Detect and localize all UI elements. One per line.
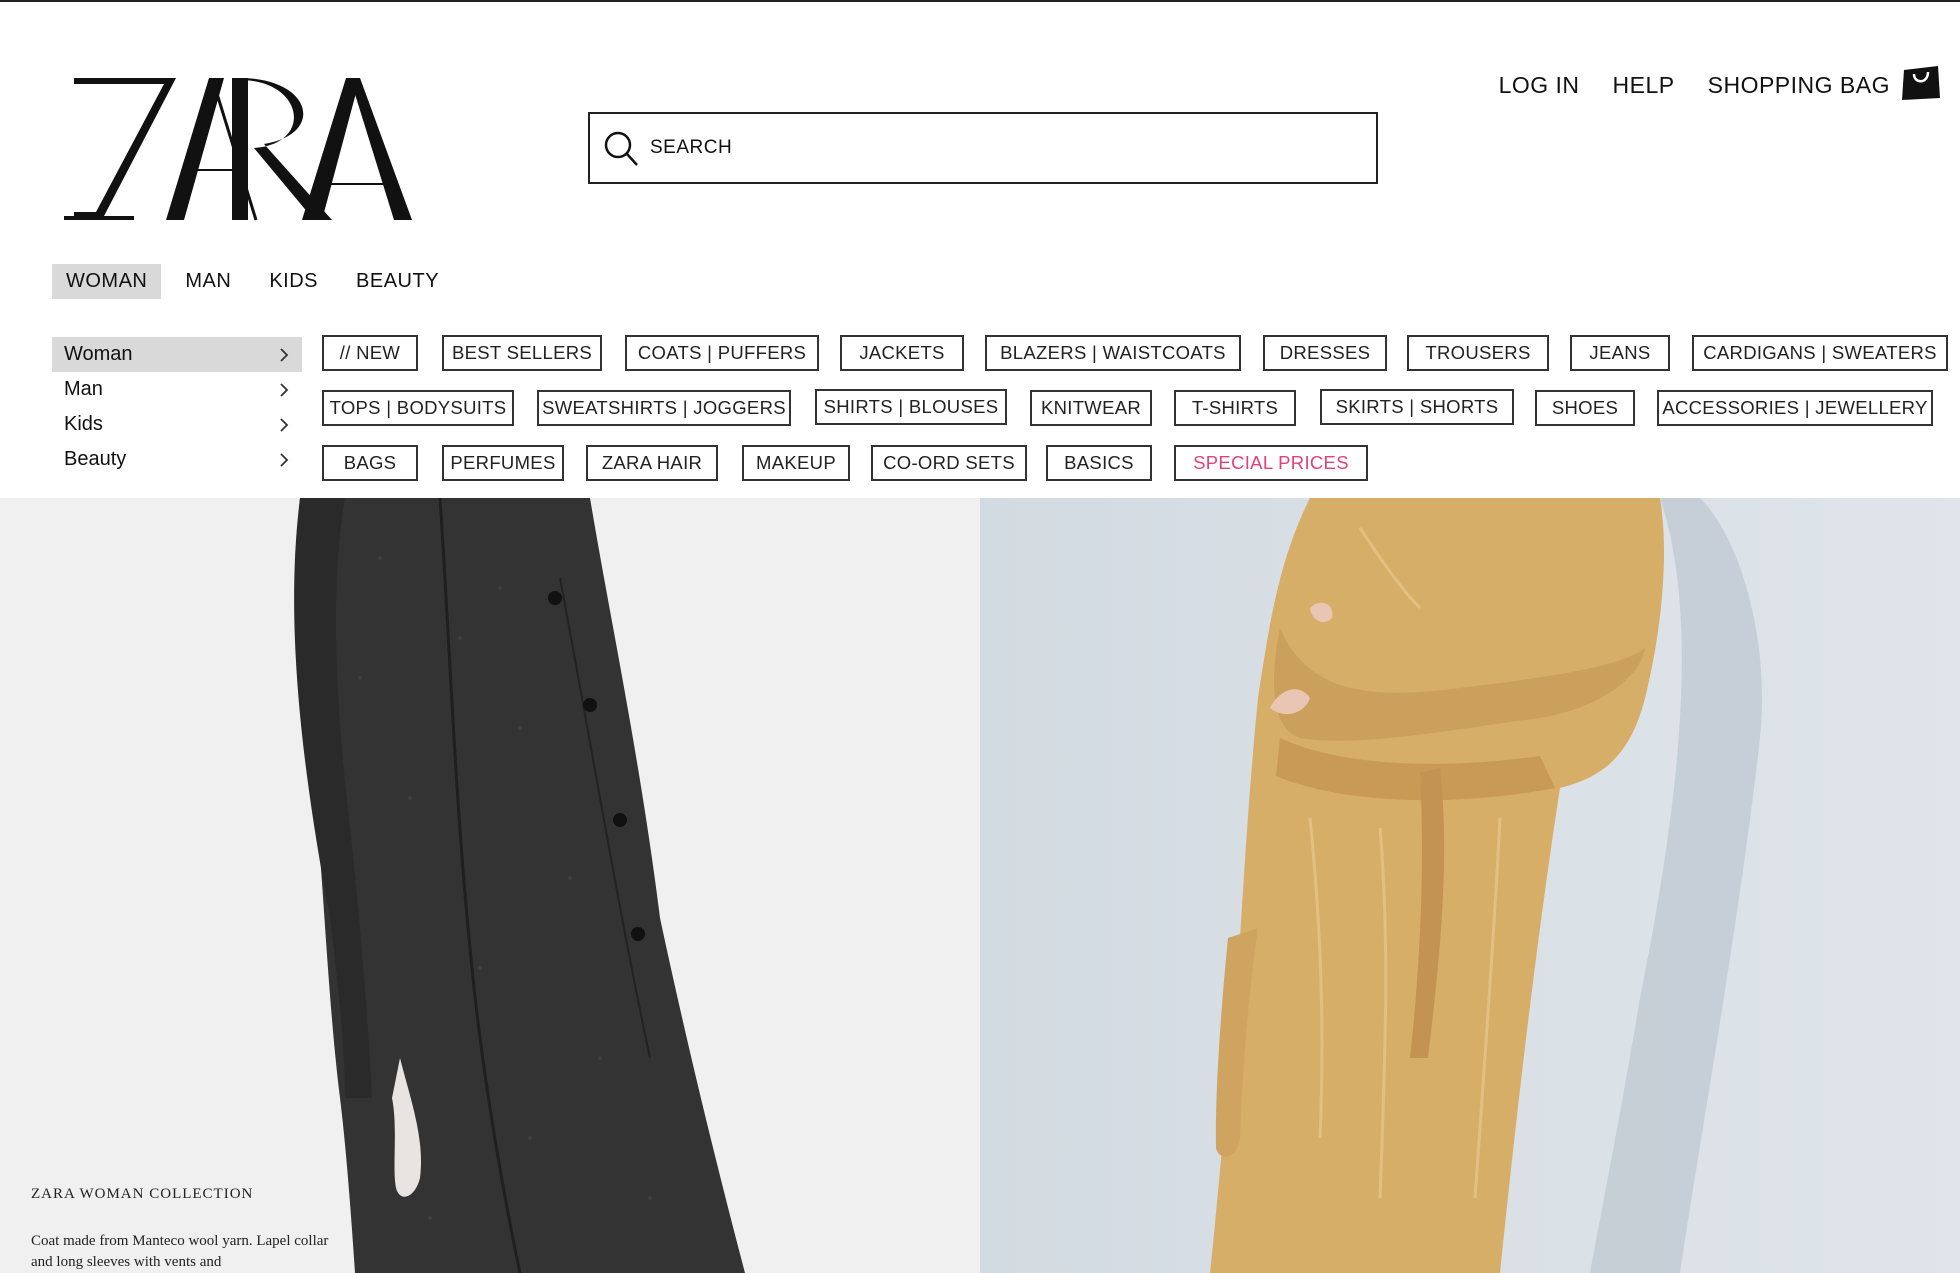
category-chip[interactable]: // NEW (322, 335, 418, 371)
caption-title: ZARA WOMAN COLLECTION (31, 1186, 254, 1202)
chevron-right-icon (280, 347, 289, 362)
category-chip[interactable]: BAGS (322, 445, 418, 481)
help-link[interactable]: HELP (1613, 72, 1675, 99)
zara-logo[interactable] (64, 74, 414, 222)
shopping-bag-link[interactable]: SHOPPING BAG (1708, 72, 1890, 99)
category-chip[interactable]: SHOES (1535, 390, 1635, 426)
category-chip[interactable]: BLAZERS | WAISTCOATS (985, 335, 1241, 371)
search-input[interactable] (650, 137, 1330, 159)
category-chip[interactable]: JEANS (1570, 335, 1670, 371)
hero-image-left[interactable]: ZARA WOMAN COLLECTION Coat made from Man… (0, 498, 980, 1273)
chevron-right-icon (280, 382, 289, 397)
hero-image-right[interactable] (980, 498, 1960, 1273)
category-chip[interactable]: CARDIGANS | SWEATERS (1692, 335, 1948, 371)
coat-model-image-right (980, 498, 1960, 1273)
caption-text: Coat made from Manteco wool yarn. Lapel … (31, 1233, 329, 1270)
category-chip[interactable]: DRESSES (1263, 335, 1387, 371)
side-item-label: Man (64, 378, 103, 400)
category-chip[interactable]: SWEATSHIRTS | JOGGERS (537, 390, 791, 426)
category-chip[interactable]: COATS | PUFFERS (625, 335, 819, 371)
search-bar[interactable] (588, 112, 1378, 184)
chevron-right-icon (280, 417, 289, 432)
tab-beauty[interactable]: BEAUTY (342, 264, 453, 299)
shopping-bag-icon[interactable] (1900, 60, 1942, 102)
tab-man[interactable]: MAN (171, 264, 245, 299)
category-chip[interactable]: MAKEUP (742, 445, 850, 481)
side-item-label: Woman (64, 343, 133, 365)
tab-woman[interactable]: WOMAN (52, 264, 162, 299)
category-chip[interactable]: SHIRTS | BLOUSES (815, 389, 1007, 425)
category-chip[interactable]: TROUSERS (1407, 335, 1549, 371)
gender-tabs: WOMAN MAN KIDS BEAUTY (52, 264, 463, 299)
category-chip[interactable]: ZARA HAIR (586, 445, 718, 481)
tab-kids[interactable]: KIDS (255, 264, 332, 299)
category-chip[interactable]: T-SHIRTS (1174, 390, 1296, 426)
side-item-label: Kids (64, 413, 103, 435)
category-chip[interactable]: KNITWEAR (1030, 390, 1152, 426)
category-chip[interactable]: SKIRTS | SHORTS (1320, 389, 1514, 425)
category-chip[interactable]: PERFUMES (442, 445, 564, 481)
side-item-label: Beauty (64, 448, 127, 470)
coat-model-image-left (0, 498, 980, 1273)
category-chip[interactable]: BEST SELLERS (442, 335, 602, 371)
side-menu: Woman Man Kids Beauty (52, 337, 302, 477)
category-chip[interactable]: CO-ORD SETS (871, 445, 1027, 481)
side-item-beauty[interactable]: Beauty (52, 442, 302, 477)
special-prices-chip[interactable]: SPECIAL PRICES (1174, 445, 1368, 481)
top-border (0, 0, 1960, 2)
hero-caption: ZARA WOMAN COLLECTION Coat made from Man… (31, 1186, 341, 1273)
login-link[interactable]: LOG IN (1499, 72, 1580, 99)
search-icon (604, 131, 638, 166)
side-item-man[interactable]: Man (52, 372, 302, 407)
side-item-kids[interactable]: Kids (52, 407, 302, 442)
chevron-right-icon (280, 452, 289, 467)
category-chip[interactable]: TOPS | BODYSUITS (322, 390, 514, 426)
category-chip[interactable]: BASICS (1046, 445, 1152, 481)
category-chip[interactable]: JACKETS (840, 335, 964, 371)
header-links: LOG IN HELP SHOPPING BAG (1466, 66, 1942, 102)
side-item-woman[interactable]: Woman (52, 337, 302, 372)
category-chip[interactable]: ACCESSORIES | JEWELLERY (1657, 390, 1933, 426)
